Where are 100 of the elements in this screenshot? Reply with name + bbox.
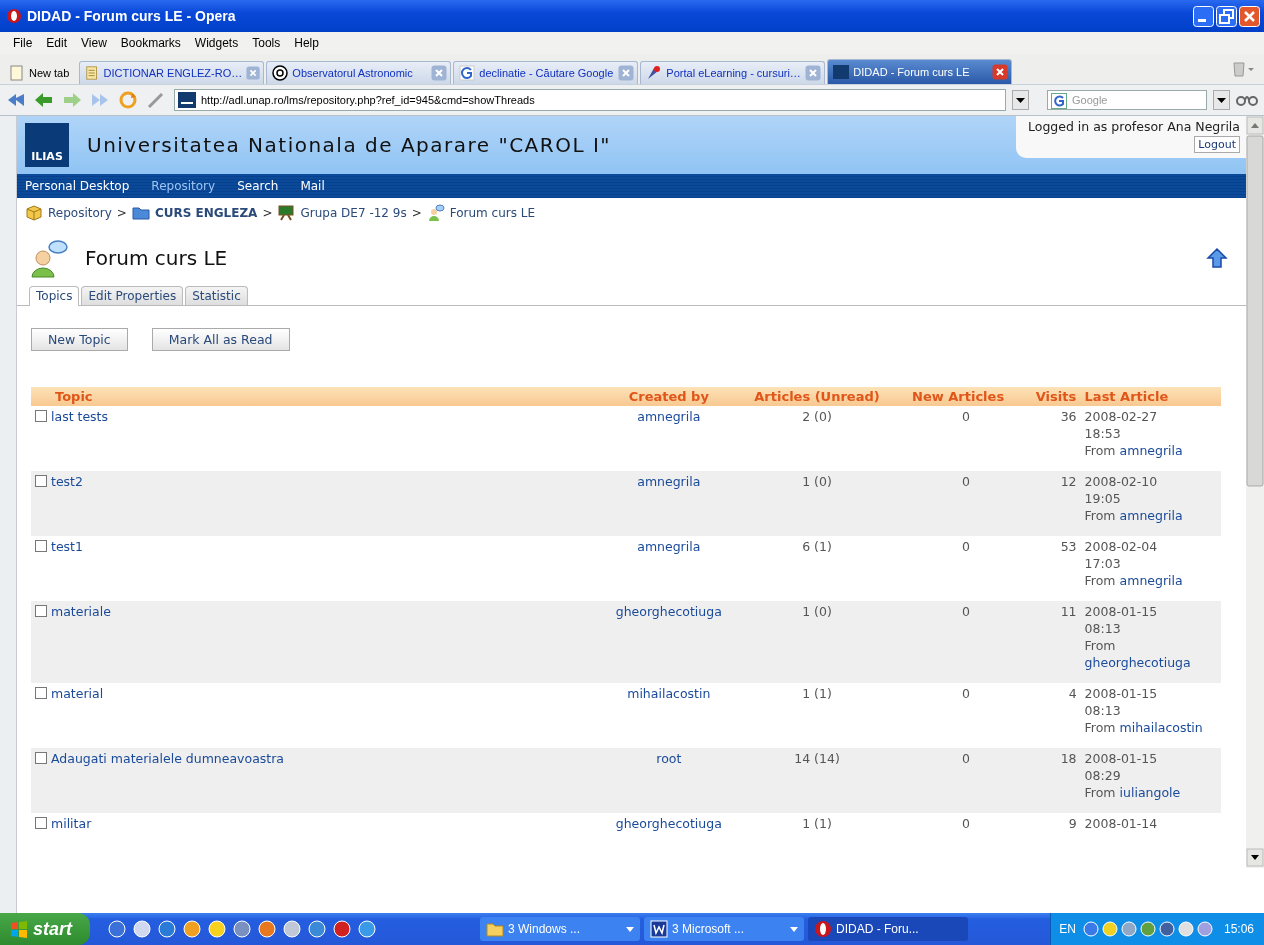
quick-launch-icon[interactable]	[183, 920, 201, 938]
taskbar-button[interactable]: DIDAD - Foru...	[808, 917, 968, 941]
author-link[interactable]: amnegrila	[637, 409, 701, 424]
taskbar-button[interactable]: 3 Windows ...	[480, 917, 640, 941]
nav-link[interactable]: Personal Desktop	[25, 179, 130, 193]
quick-launch-icon[interactable]	[308, 920, 326, 938]
new-tab-button[interactable]: New tab	[4, 62, 78, 84]
tray-icon[interactable]	[1120, 921, 1137, 937]
close-icon[interactable]	[992, 64, 1009, 80]
visit-count: 4	[1068, 686, 1077, 701]
quick-launch-icon[interactable]	[233, 920, 251, 938]
nav-link[interactable]: Search	[237, 179, 279, 193]
menu-item[interactable]: Widgets	[187, 36, 246, 50]
start-button[interactable]: start	[0, 913, 90, 945]
menu-item[interactable]: Edit	[39, 36, 75, 50]
nav-link[interactable]: Repository	[151, 179, 216, 193]
browser-tab[interactable]: DIDAD - Forum curs LE	[827, 59, 1013, 84]
topic-link[interactable]: Adaugati materialele dumneavoastra	[51, 751, 284, 766]
taskbar-button[interactable]: 3 Microsoft ...	[644, 917, 804, 941]
author-link[interactable]: amnegrila	[637, 474, 701, 489]
checkbox[interactable]	[35, 687, 47, 699]
nav-link[interactable]: Mail	[300, 179, 325, 193]
topic-link[interactable]: test1	[51, 539, 83, 554]
tray-icon[interactable]	[1177, 921, 1194, 937]
author-link[interactable]: amnegrila	[637, 539, 701, 554]
topic-link[interactable]: materiale	[51, 604, 111, 619]
search-field[interactable]: Google	[1047, 90, 1207, 110]
browser-tab[interactable]: DICTIONAR ENGLEZ-RO…	[79, 61, 265, 84]
quick-launch-icon[interactable]	[158, 920, 176, 938]
folder-icon	[131, 204, 150, 222]
topic-link[interactable]: last tests	[51, 409, 109, 424]
author-link[interactable]: mihailacostin	[1119, 720, 1203, 735]
checkbox[interactable]	[35, 475, 47, 487]
breadcrumb-separator: >	[262, 206, 273, 220]
author-link[interactable]: amnegrila	[1119, 573, 1183, 588]
visit-count: 36	[1060, 409, 1077, 424]
up-arrow-icon[interactable]	[1206, 247, 1228, 269]
breadcrumb-link[interactable]: Forum curs LE	[449, 206, 536, 220]
author-link[interactable]: gheorghecotiuga	[615, 816, 722, 831]
breadcrumb-link[interactable]: CURS ENGLEZA	[154, 206, 258, 220]
logout-button[interactable]: Logout	[1194, 136, 1240, 153]
quick-launch-icon[interactable]	[283, 920, 301, 938]
tray-icon[interactable]	[1139, 921, 1156, 937]
quick-launch-icon[interactable]	[333, 920, 351, 938]
window-icon	[814, 920, 832, 938]
tray-icon[interactable]	[1158, 921, 1175, 937]
minimize-button[interactable]	[1193, 5, 1214, 27]
checkbox[interactable]	[35, 410, 47, 422]
tray-icon[interactable]	[1082, 921, 1099, 937]
menu-item[interactable]: Tools	[245, 36, 288, 50]
dropdown-button[interactable]	[1012, 90, 1029, 110]
checkbox[interactable]	[35, 817, 47, 829]
quick-launch-icon[interactable]	[133, 920, 151, 938]
favicon-icon	[85, 65, 100, 81]
close-button[interactable]	[1239, 5, 1260, 27]
checkbox[interactable]	[35, 605, 47, 617]
quick-launch-icon[interactable]	[358, 920, 376, 938]
browser-tab[interactable]: Portal eLearning - cursuri…	[640, 61, 826, 84]
from-label: From	[1084, 573, 1116, 588]
tab[interactable]: Edit Properties	[81, 286, 184, 305]
restore-button[interactable]	[1216, 5, 1237, 27]
breadcrumb-link[interactable]: Grupa DE7 -12 9s	[300, 206, 407, 220]
back-icon[interactable]	[6, 91, 26, 109]
trash-icon[interactable]	[1232, 61, 1254, 77]
visit-count: 9	[1068, 816, 1077, 831]
tray-icon[interactable]	[1101, 921, 1118, 937]
scrollbar[interactable]	[1246, 116, 1264, 868]
glasses-icon[interactable]	[1236, 93, 1258, 107]
author-link[interactable]: iuliangole	[1119, 785, 1181, 800]
author-link[interactable]: gheorghecotiuga	[615, 604, 722, 619]
topic-link[interactable]: test2	[51, 474, 83, 489]
browser-tab[interactable]: declinatie - Căutare Google	[453, 61, 639, 84]
menu-item[interactable]: Bookmarks	[113, 36, 188, 50]
pen-icon[interactable]	[146, 91, 166, 109]
tab[interactable]: Topics	[29, 286, 80, 306]
breadcrumb-link[interactable]: Repository	[48, 206, 112, 220]
quick-launch-icon[interactable]	[108, 920, 126, 938]
menu-item[interactable]: File	[6, 36, 40, 50]
quick-launch-icon[interactable]	[208, 920, 226, 938]
action-button[interactable]: Mark All as Read	[151, 328, 290, 351]
dropdown-button[interactable]	[1213, 90, 1230, 110]
tray-icon[interactable]	[1196, 921, 1213, 937]
author-link[interactable]: amnegrila	[1119, 443, 1183, 458]
tab[interactable]: Statistic	[185, 286, 248, 305]
browser-tab[interactable]: Observatorul Astronomic	[266, 61, 452, 84]
topic-link[interactable]: material	[51, 686, 104, 701]
action-button[interactable]: New Topic	[31, 328, 128, 351]
menu-item[interactable]: View	[74, 36, 114, 50]
checkbox[interactable]	[35, 540, 47, 552]
author-link[interactable]: mihailacostin	[627, 686, 711, 701]
author-link[interactable]: root	[656, 751, 682, 766]
checkbox[interactable]	[35, 752, 47, 764]
back-arrow-icon[interactable]	[34, 91, 54, 109]
author-link[interactable]: gheorghecotiuga	[1084, 655, 1191, 670]
author-link[interactable]: amnegrila	[1119, 508, 1183, 523]
menu-item[interactable]: Help	[287, 36, 326, 50]
quick-launch-icon[interactable]	[258, 920, 276, 938]
address-field[interactable]: http://adl.unap.ro/lms/repository.php?ref_id=945&cmd=showThreads	[174, 89, 1006, 111]
topic-link[interactable]: militar	[51, 816, 92, 831]
forum-icon	[426, 204, 445, 222]
